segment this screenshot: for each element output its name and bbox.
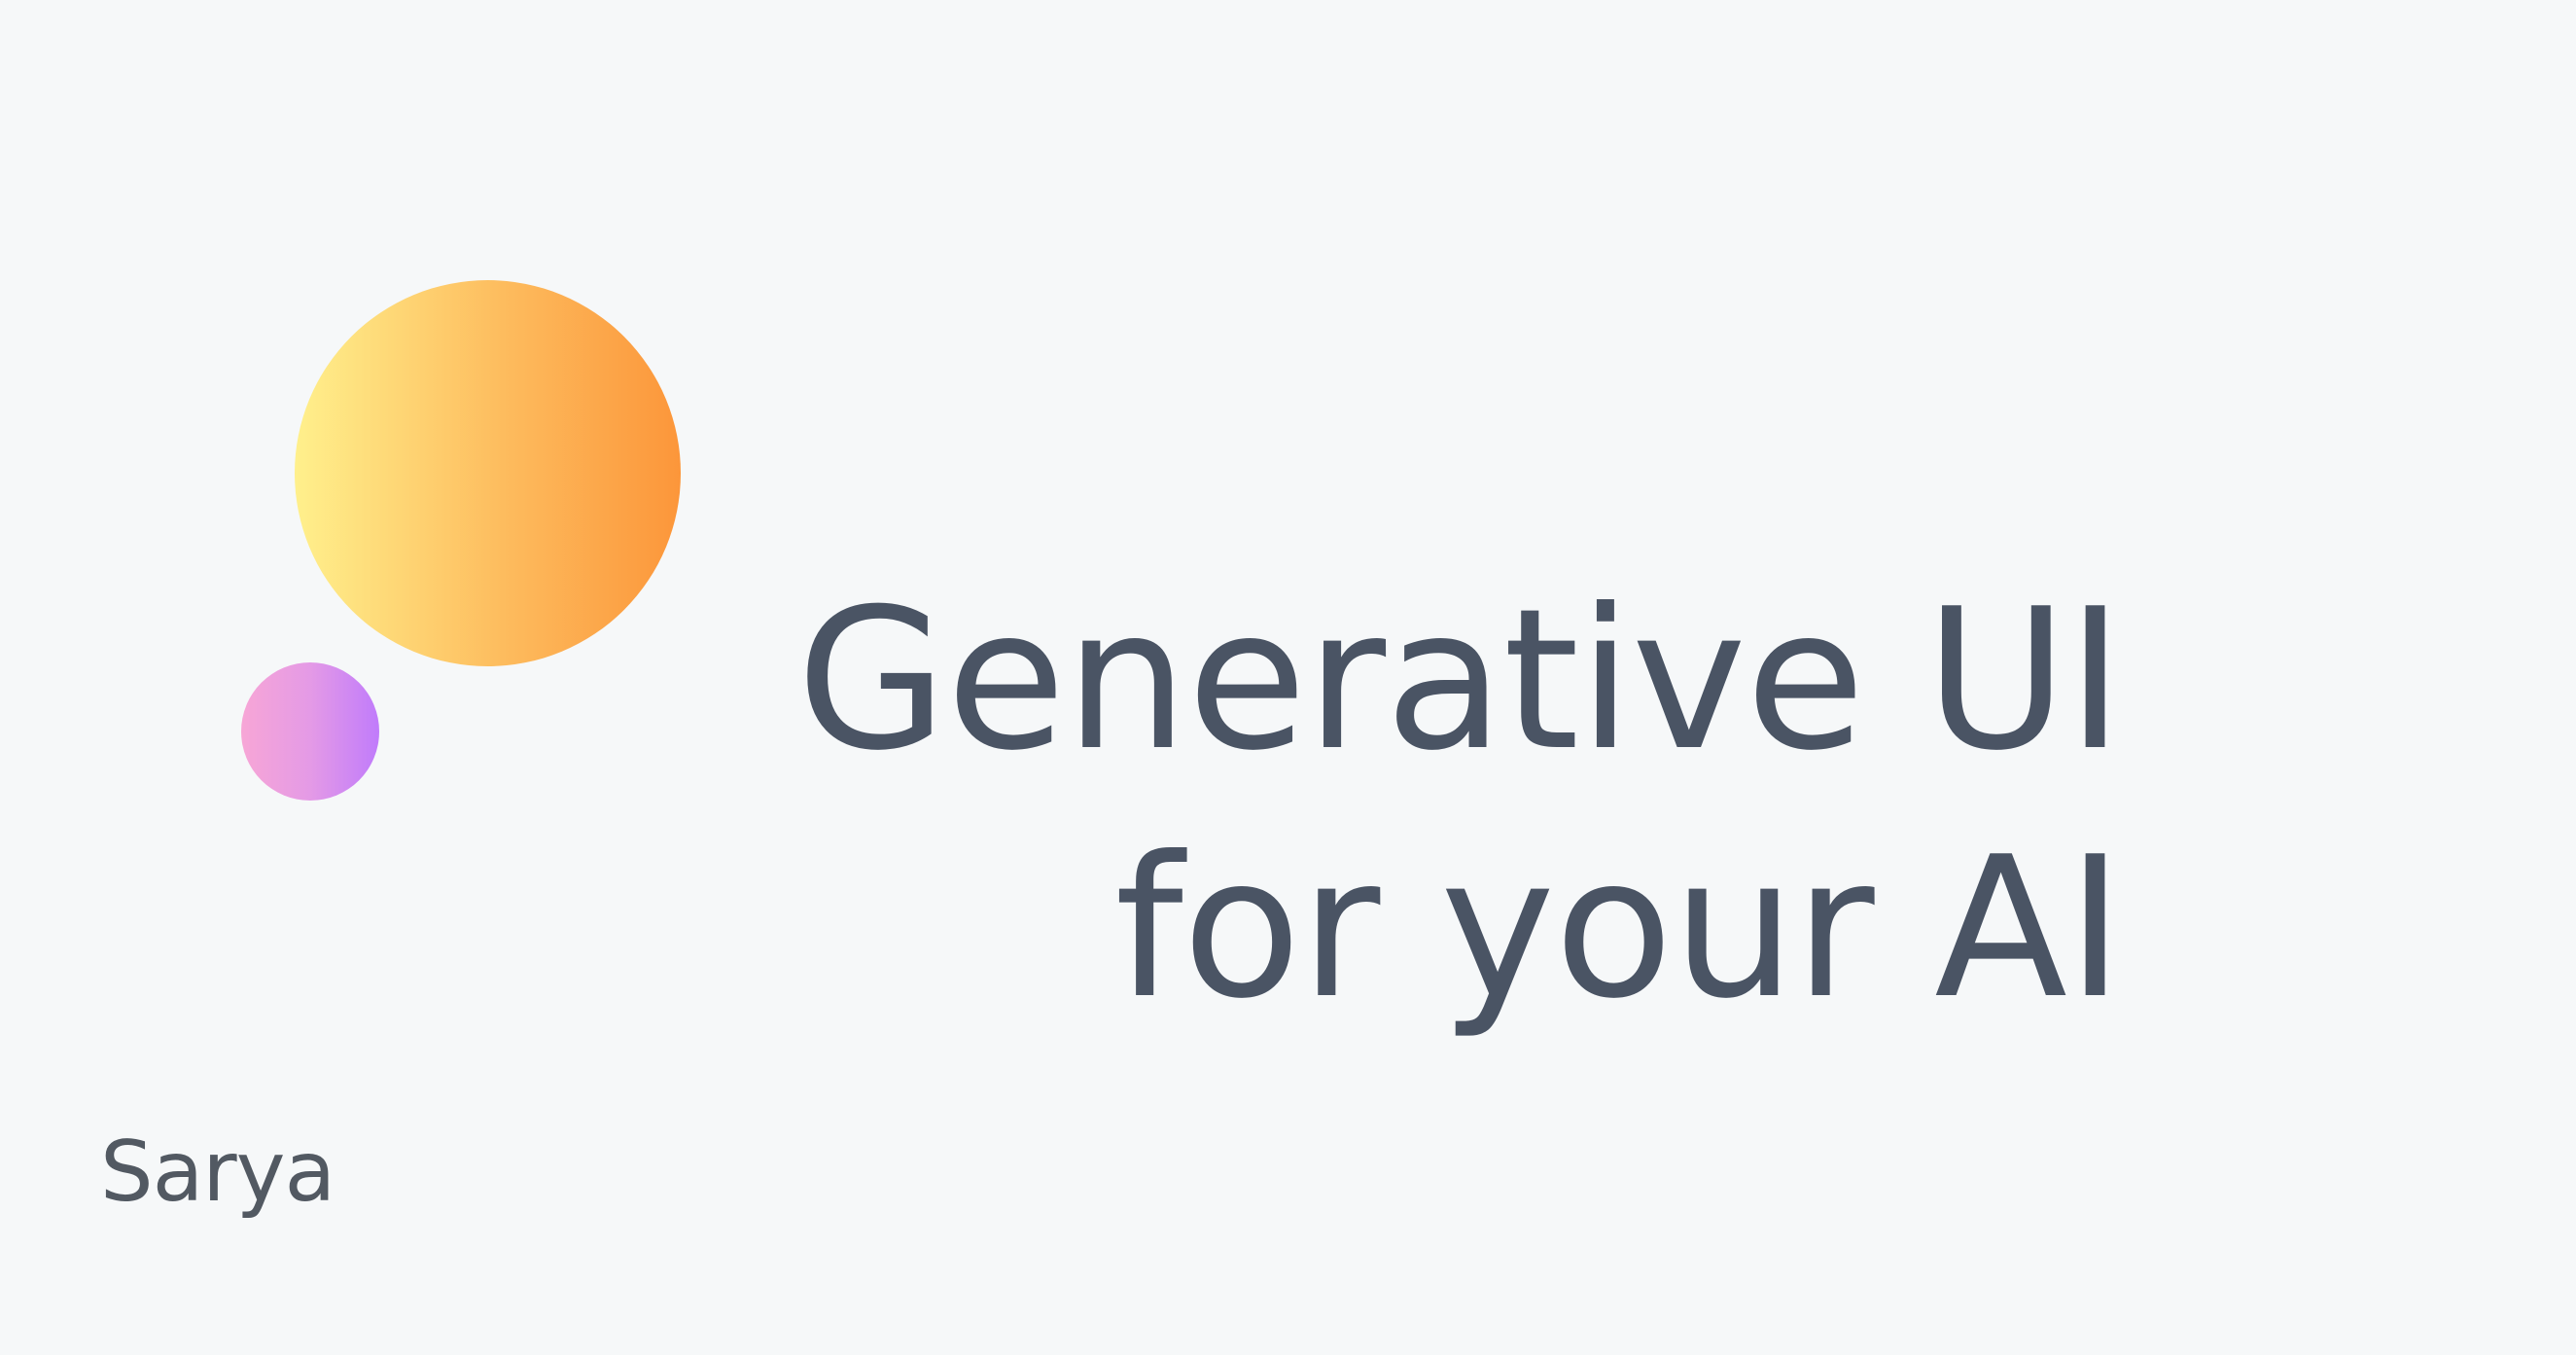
headline-line-2: for your AI: [1114, 815, 2124, 1042]
hero-banner: Generative UI for your AI Sarya: [0, 0, 2576, 1355]
headline-line-1: Generative UI: [796, 567, 2124, 794]
headline: Generative UI for your AI: [796, 556, 2124, 1052]
brand-logo: Sarya: [100, 1123, 335, 1221]
decorative-orb-orange: [295, 280, 681, 666]
decorative-orb-pink: [241, 662, 379, 801]
